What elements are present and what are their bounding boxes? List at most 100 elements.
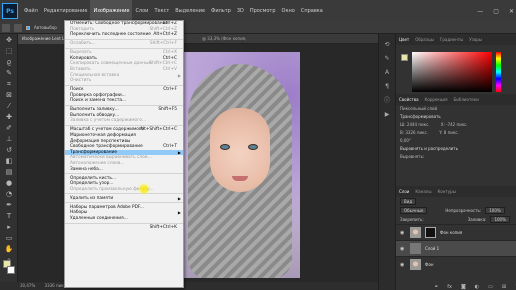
tab-adjustments[interactable]: Коррекция: [425, 97, 448, 102]
menu-separator: [65, 47, 183, 49]
clone-stamp-icon[interactable]: ⊥: [3, 134, 15, 144]
link-layers-icon[interactable]: ⚭: [434, 284, 438, 290]
eyedropper-tool-icon[interactable]: ⁄: [3, 101, 15, 111]
hand-tool-icon[interactable]: ✋: [3, 244, 15, 254]
character-panel-icon[interactable]: A: [383, 69, 391, 76]
layer-row[interactable]: ◉ Фон: [396, 256, 516, 272]
layer-row[interactable]: ◉ Фон копия: [396, 224, 516, 240]
close-button[interactable]: ✕: [509, 8, 514, 15]
layer-mask-thumbnail[interactable]: [425, 227, 436, 238]
zoom-level[interactable]: 30,47%: [20, 283, 35, 288]
brush-tool-icon[interactable]: ✐: [3, 123, 15, 133]
actions-panel-icon[interactable]: ▶: [383, 111, 391, 118]
home-icon[interactable]: [2, 23, 10, 32]
layer-row[interactable]: ◉ Слой 1: [396, 240, 516, 256]
menu-item[interactable]: Поиск и замена текста...: [65, 98, 183, 104]
menu-item[interactable]: Удалить из памяти ▶: [65, 196, 183, 202]
width-value[interactable]: 2444 пикс.: [407, 122, 430, 127]
x-value[interactable]: -742 пикс.: [446, 122, 467, 127]
minimize-button[interactable]: —: [477, 8, 483, 15]
adjustment-layer-icon[interactable]: ◐: [475, 284, 479, 290]
menu-item[interactable]: Переключить последнее состояние Alt+Ctrl+…: [65, 32, 183, 38]
layer-name: Фон копия: [440, 230, 463, 235]
type-tool-icon[interactable]: T: [3, 211, 15, 221]
align-label: Выровнять:: [400, 154, 425, 159]
transform-section[interactable]: Трансформировать: [396, 113, 516, 121]
color-field[interactable]: [412, 52, 492, 92]
visibility-eye-icon[interactable]: ◉: [400, 246, 406, 252]
frame-tool-icon[interactable]: ⊠: [3, 90, 15, 100]
photoshop-window: Ps Файл Редактирование Изображение Слои …: [0, 0, 516, 290]
pixel-layer-label: Пиксельный слой: [400, 106, 438, 111]
move-tool-icon[interactable]: [14, 23, 22, 32]
blend-mode-select[interactable]: Обычные: [400, 207, 428, 214]
menu-item[interactable]: Shift+Ctrl+K: [65, 225, 183, 231]
paragraph-panel-icon[interactable]: ¶: [383, 83, 391, 90]
menu-bar: Ps Файл Редактирование Изображение Слои …: [0, 0, 516, 22]
tab-swatches[interactable]: Образцы: [415, 37, 434, 42]
menu-item-label: Удалить из памяти: [70, 195, 114, 201]
height-value[interactable]: 3326 пикс.: [405, 130, 428, 135]
auto-select-checkbox[interactable]: [26, 25, 30, 30]
menu-file[interactable]: Файл: [21, 0, 41, 22]
add-mask-icon[interactable]: ◙: [461, 284, 466, 290]
pen-tool-icon[interactable]: ✒: [3, 200, 15, 210]
tab-libraries[interactable]: Библиотеки: [454, 97, 479, 102]
hue-slider[interactable]: [496, 52, 501, 92]
crop-tool-icon[interactable]: ⌗: [3, 79, 15, 89]
info-panel-icon[interactable]: ⓘ: [383, 97, 391, 104]
align-section[interactable]: Выровнять и распределить: [396, 145, 516, 153]
menu-item[interactable]: Замена неба...: [65, 167, 183, 173]
tab-paths[interactable]: Контуры: [437, 189, 455, 194]
menu-edit[interactable]: Редактирование: [41, 0, 91, 22]
menu-help[interactable]: Справка: [298, 0, 326, 22]
tab-color[interactable]: Цвет: [399, 37, 409, 42]
angle-value[interactable]: 0,00°: [400, 138, 411, 143]
shape-tool-icon[interactable]: ▭: [3, 233, 15, 243]
document-tab-zoom-info: @ 33,3% (Фон копия,: [202, 36, 247, 41]
menu-type[interactable]: Текст: [151, 0, 172, 22]
menu-separator: [65, 193, 183, 195]
foreground-color-chip[interactable]: [401, 54, 408, 61]
new-group-icon[interactable]: ▭: [488, 284, 493, 290]
history-panel-icon[interactable]: ⟲: [383, 41, 391, 48]
brush-settings-icon[interactable]: ✎: [383, 55, 391, 62]
fx-icon[interactable]: fx: [447, 284, 452, 290]
menu-image[interactable]: Изображение: [90, 0, 133, 22]
new-layer-icon[interactable]: ⊞: [502, 284, 506, 290]
menu-filter[interactable]: Фильтр: [208, 0, 234, 22]
menu-view[interactable]: Просмотр: [247, 0, 279, 22]
menu-window[interactable]: Окно: [279, 0, 298, 22]
menu-select[interactable]: Выделение: [172, 0, 208, 22]
eraser-tool-icon[interactable]: ◧: [3, 156, 15, 166]
menu-3d[interactable]: 3D: [234, 0, 247, 22]
visibility-eye-icon[interactable]: ◉: [400, 230, 406, 236]
layer-filter-row: Вид: [396, 197, 516, 206]
fill-field[interactable]: 100%: [490, 216, 510, 223]
gradient-tool-icon[interactable]: ▤: [3, 167, 15, 177]
tab-gradients[interactable]: Градиенты: [440, 37, 463, 42]
move-tool-icon[interactable]: ✥: [3, 35, 15, 45]
marquee-tool-icon[interactable]: ⬚: [3, 46, 15, 56]
photoshop-logo: Ps: [2, 3, 18, 19]
lasso-tool-icon[interactable]: ϱ: [3, 57, 15, 67]
path-select-icon[interactable]: ▸: [3, 222, 15, 232]
layer-kind-filter[interactable]: Вид: [400, 198, 417, 205]
menu-item[interactable]: Удаленные соединения...: [65, 216, 183, 222]
healing-brush-icon[interactable]: ✚: [3, 112, 15, 122]
history-brush-icon[interactable]: ↺: [3, 145, 15, 155]
tab-patterns[interactable]: Узоры: [469, 37, 482, 42]
tab-layers[interactable]: Слои: [399, 189, 409, 194]
dodge-tool-icon[interactable]: ◔: [3, 189, 15, 199]
menu-layers[interactable]: Слои: [132, 0, 151, 22]
menu-item-label: Автоналожение слоев...: [70, 160, 125, 166]
background-color-swatch[interactable]: [7, 266, 15, 274]
tab-channels[interactable]: Каналы: [415, 189, 431, 194]
y-value[interactable]: 8 пикс.: [444, 130, 459, 135]
maximize-button[interactable]: ▢: [493, 8, 499, 15]
quick-select-tool-icon[interactable]: ✎: [3, 68, 15, 78]
opacity-field[interactable]: 100%: [485, 207, 505, 214]
visibility-eye-icon[interactable]: ◉: [400, 262, 406, 268]
tab-properties[interactable]: Свойства: [399, 97, 419, 102]
blur-tool-icon[interactable]: ●: [3, 178, 15, 188]
